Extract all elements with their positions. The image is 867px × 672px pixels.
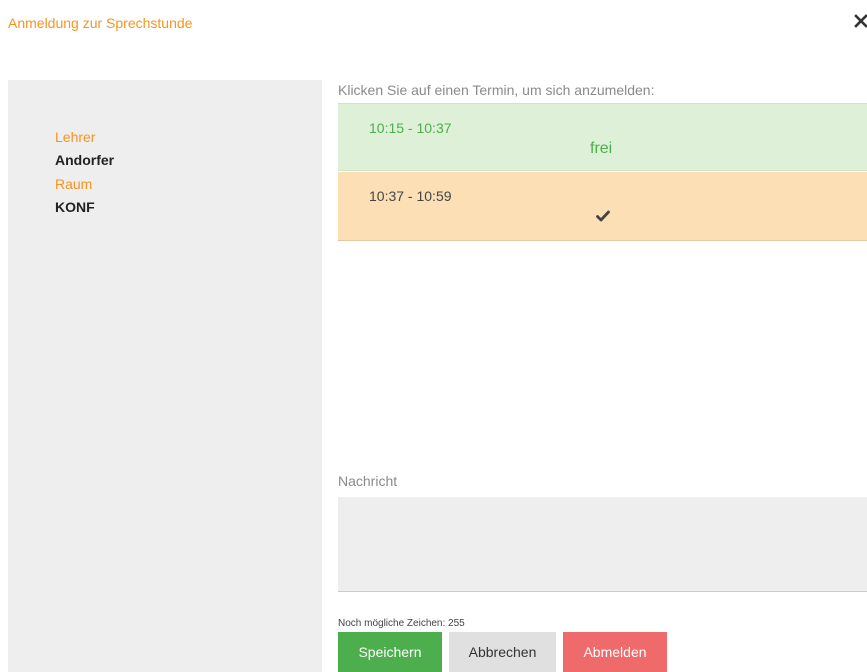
appointment-dialog: Anmeldung zur Sprechstunde Lehrer Andorf… (0, 0, 867, 672)
slot-time: 10:37 - 10:59 (369, 188, 452, 204)
dialog-header: Anmeldung zur Sprechstunde (0, 0, 867, 50)
dialog-title: Anmeldung zur Sprechstunde (8, 15, 193, 31)
room-value: KONF (55, 199, 95, 215)
info-sidebar: Lehrer Andorfer Raum KONF (8, 80, 322, 672)
instruction-text: Klicken Sie auf einen Termin, um sich an… (338, 82, 655, 98)
room-label: Raum (55, 176, 93, 192)
close-icon[interactable] (853, 9, 867, 31)
time-slot-free[interactable]: 10:15 - 10:37 frei (338, 103, 867, 171)
teacher-value: Andorfer (55, 152, 115, 168)
check-icon (596, 209, 610, 227)
unregister-button[interactable]: Abmelden (563, 632, 667, 672)
teacher-label: Lehrer (55, 129, 96, 145)
message-label: Nachricht (338, 473, 398, 489)
message-field[interactable] (338, 497, 867, 592)
char-count: Noch mögliche Zeichen: 255 (338, 618, 465, 629)
slot-status: frei (590, 140, 613, 157)
time-slot-booked[interactable]: 10:37 - 10:59 (338, 172, 867, 241)
main-panel: Klicken Sie auf einen Termin, um sich an… (338, 80, 867, 672)
save-button[interactable]: Speichern (338, 632, 442, 672)
slot-time: 10:15 - 10:37 (369, 120, 452, 136)
cancel-button[interactable]: Abbrechen (449, 632, 556, 672)
